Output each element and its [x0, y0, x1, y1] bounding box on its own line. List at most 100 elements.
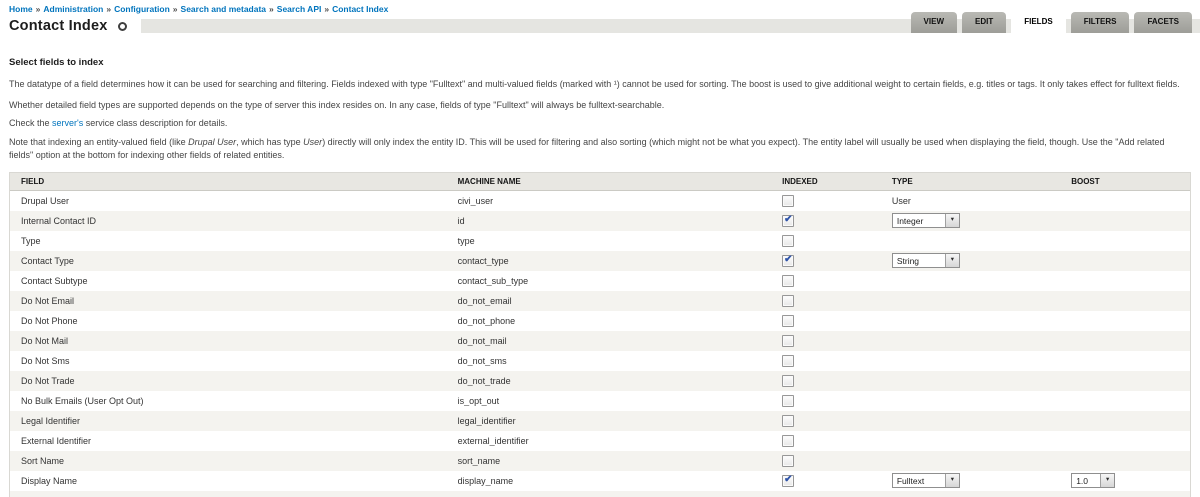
indexed-checkbox[interactable] [782, 294, 795, 307]
tab-fields[interactable]: FIELDS [1011, 12, 1066, 38]
table-row: Display Name display_name Fulltext ▾ 1.0 ▾ [10, 470, 1190, 491]
table-header-row: FIELD MACHINE NAME INDEXED TYPE BOOST [10, 172, 1190, 191]
breadcrumb-link[interactable]: Contact Index [332, 4, 388, 14]
dropdown-arrow-glyph: ▾ [1106, 476, 1110, 484]
indexed-cell [771, 234, 881, 247]
field-label-cell: Drupal User [21, 195, 70, 206]
indexed-checkbox[interactable] [782, 354, 795, 367]
field-label-cell: Legal Identifier [21, 415, 81, 426]
indexed-checkbox[interactable] [782, 194, 795, 207]
column-header-boost: BOOST [1071, 176, 1100, 186]
machine-name-cell: id [457, 215, 465, 226]
table-row: Drupal User civi_user User [10, 190, 1190, 211]
machine-name-cell: contact_sub_type [457, 275, 529, 286]
paragraph-text: service class description for details. [83, 118, 228, 128]
type-select-value: Fulltext [896, 476, 925, 486]
indexed-cell [771, 294, 881, 307]
indexed-checkbox[interactable] [782, 214, 795, 227]
breadcrumb-separator: » [35, 4, 41, 14]
indexed-cell [771, 254, 881, 267]
indexed-checkbox[interactable] [782, 434, 795, 447]
indexed-checkbox[interactable] [782, 254, 795, 267]
type-select-value: String [896, 256, 920, 266]
tab-edit[interactable]: EDIT [962, 12, 1007, 33]
emphasis-text: Drupal User [188, 136, 237, 147]
table-row: Contact Type contact_type String ▾ [10, 250, 1190, 271]
intro-paragraph-server-types: Whether detailed field types are support… [9, 99, 665, 110]
table-row: No Bulk Emails (User Opt Out) is_opt_out [10, 390, 1190, 411]
column-header-indexed: INDEXED [782, 176, 818, 186]
indexed-cell [771, 374, 881, 387]
type-cell: String ▾ [881, 253, 1060, 268]
breadcrumb-link[interactable]: Search API [277, 4, 322, 14]
intro-paragraph-datatype: The datatype of a field determines how i… [9, 79, 1180, 89]
type-select[interactable]: Fulltext ▾ [891, 473, 960, 488]
breadcrumb: Home» Administration» Configuration» Search… [0, 0, 389, 14]
breadcrumb-link[interactable]: Search and metadata [181, 4, 267, 14]
server-link[interactable]: server's [52, 118, 83, 128]
breadcrumb-link[interactable]: Administration [43, 4, 103, 14]
table-row: Do Not Sms do_not_sms [10, 350, 1190, 371]
field-label-cell: Display Name [21, 475, 78, 486]
contextual-gear-icon[interactable] [118, 21, 128, 31]
machine-name-cell: do_not_email [457, 295, 512, 306]
dropdown-arrow-glyph: ▾ [950, 216, 954, 224]
type-select[interactable]: String ▾ [891, 253, 960, 268]
column-header-field: FIELD [21, 176, 45, 186]
table-row-partial [10, 490, 1190, 497]
table-row: Type type [10, 230, 1190, 251]
intro-paragraph-server-link: Check the server's service class descrip… [9, 117, 1191, 131]
machine-name-cell: external_identifier [457, 435, 529, 446]
section-heading: Select fields to index [9, 57, 104, 68]
indexed-checkbox[interactable] [782, 314, 795, 327]
dropdown-arrow-glyph: ▾ [950, 476, 954, 484]
indexed-cell [771, 214, 881, 227]
boost-select[interactable]: 1.0 ▾ [1071, 473, 1116, 488]
indexed-cell [771, 314, 881, 327]
table-row: Contact Subtype contact_sub_type [10, 270, 1190, 291]
machine-name-cell: do_not_mail [457, 335, 507, 346]
dropdown-arrow-icon: ▾ [944, 474, 959, 487]
indexed-checkbox[interactable] [782, 474, 795, 487]
breadcrumb-link[interactable]: Home [9, 4, 33, 14]
boost-cell: 1.0 ▾ [1060, 473, 1190, 488]
field-label-cell: No Bulk Emails (User Opt Out) [21, 395, 144, 406]
indexed-checkbox[interactable] [782, 234, 795, 247]
type-cell: User [881, 196, 1060, 206]
breadcrumb-link[interactable]: Configuration [114, 4, 170, 14]
tab-facets[interactable]: FACETS [1134, 12, 1192, 33]
tabs: VIEW EDIT FIELDS FILTERS FACETS [910, 12, 1192, 38]
indexed-checkbox[interactable] [782, 374, 795, 387]
table-row: Do Not Phone do_not_phone [10, 310, 1190, 331]
paragraph-text: Note that indexing an entity-valued fiel… [9, 136, 189, 147]
table-row: Do Not Email do_not_email [10, 290, 1190, 311]
type-select[interactable]: Integer ▾ [891, 213, 960, 228]
tab-filters[interactable]: FILTERS [1070, 12, 1130, 33]
field-label-cell: Do Not Email [21, 295, 75, 306]
tab-view[interactable]: VIEW [910, 12, 957, 33]
indexed-checkbox[interactable] [782, 414, 795, 427]
field-label-cell: Do Not Mail [21, 335, 69, 346]
machine-name-cell: display_name [457, 475, 514, 486]
indexed-checkbox[interactable] [782, 334, 795, 347]
field-label-cell: Do Not Sms [21, 355, 70, 366]
type-cell: Fulltext ▾ [881, 473, 1060, 488]
dropdown-arrow-glyph: ▾ [950, 256, 954, 264]
machine-name-cell: contact_type [457, 255, 509, 266]
machine-name-cell: is_opt_out [457, 395, 500, 406]
indexed-cell [771, 354, 881, 367]
fields-table: FIELD MACHINE NAME INDEXED TYPE BOOST Drupal… [9, 171, 1191, 497]
table-row: Do Not Mail do_not_mail [10, 330, 1190, 351]
field-label-cell: External Identifier [21, 435, 92, 446]
field-label-cell: Contact Subtype [21, 275, 88, 286]
indexed-checkbox[interactable] [782, 274, 795, 287]
table-row: Legal Identifier legal_identifier [10, 410, 1190, 431]
indexed-checkbox[interactable] [782, 454, 795, 467]
indexed-checkbox[interactable] [782, 394, 795, 407]
indexed-cell [771, 454, 881, 467]
machine-name-cell: civi_user [457, 195, 494, 206]
table-row: Internal Contact ID id Integer ▾ [10, 210, 1190, 231]
machine-name-cell: sort_name [457, 455, 501, 466]
field-label-cell: Internal Contact ID [21, 215, 97, 226]
column-header-machine-name: MACHINE NAME [457, 176, 521, 186]
